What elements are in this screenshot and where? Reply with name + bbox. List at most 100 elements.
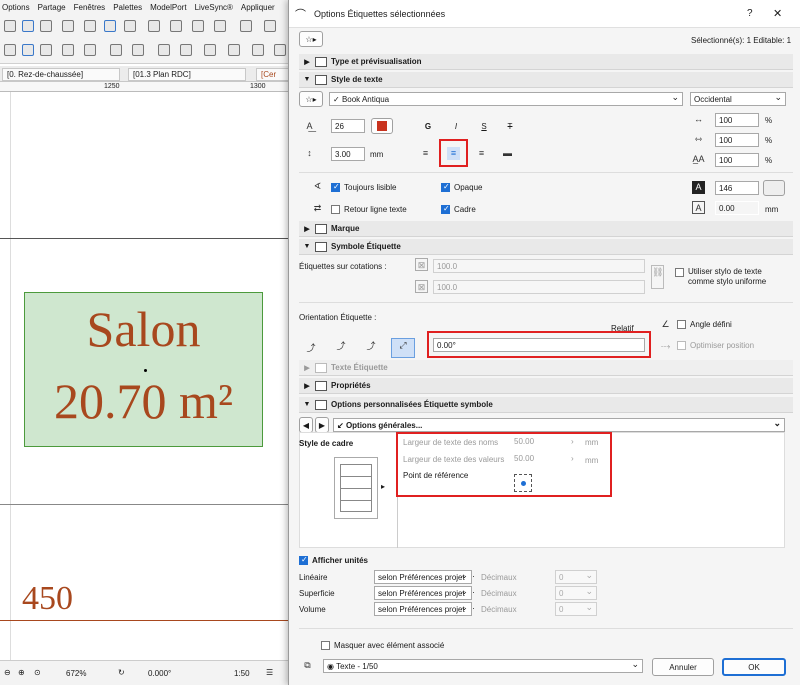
tab-rez-de-chaussee[interactable]: [0. Rez-de-chaussée] xyxy=(2,68,120,81)
dim-label-size-field[interactable]: 100.0 xyxy=(433,259,645,273)
dimension-text[interactable]: 450 xyxy=(22,580,73,618)
justify-icon[interactable]: ▬ xyxy=(501,147,514,160)
zoom-in-icon[interactable]: ⊕ xyxy=(18,668,25,677)
dim-label-spacing-field[interactable]: 100.0 xyxy=(433,280,645,294)
zoom-level[interactable]: 672% xyxy=(66,669,86,678)
layer-icon[interactable]: ☰ xyxy=(266,668,273,677)
favorites-button[interactable]: ☆▸ xyxy=(299,31,323,47)
tool-icon[interactable] xyxy=(240,20,252,32)
linear-decimals-select[interactable]: 0 xyxy=(555,570,597,584)
tab-plan-rdc[interactable]: [01.3 Plan RDC] xyxy=(128,68,246,81)
tool-icon[interactable] xyxy=(148,20,160,32)
tool-icon[interactable] xyxy=(22,20,34,32)
char-spacing-field[interactable]: 100 xyxy=(715,153,759,167)
close-button[interactable]: ✕ xyxy=(773,7,782,20)
frame-offset-field[interactable]: 0.00 xyxy=(715,201,759,215)
text-size-field[interactable]: 26 xyxy=(331,119,365,133)
section-custom-options[interactable]: ▼ Options personnalisées Étiquette symbo… xyxy=(299,397,793,413)
tool-icon[interactable] xyxy=(110,44,122,56)
menu-options[interactable]: Options xyxy=(2,3,30,12)
section-symbol-label[interactable]: ▼ Symbole Étiquette xyxy=(299,239,793,255)
section-type-preview[interactable]: ▶ Type et prévisualisation xyxy=(299,54,793,70)
tool-icon[interactable] xyxy=(204,44,216,56)
font-favorites-button[interactable]: ☆▸ xyxy=(299,91,323,107)
tool-icon[interactable] xyxy=(192,20,204,32)
section-marker[interactable]: ▶ Marque xyxy=(299,221,793,237)
linear-unit-select[interactable]: selon Préférences projet xyxy=(374,570,472,584)
tool-icon[interactable] xyxy=(4,44,16,56)
align-right-icon[interactable]: ≡ xyxy=(475,147,488,160)
tool-icon[interactable] xyxy=(228,44,240,56)
tab-cer[interactable]: [Cer xyxy=(256,68,292,81)
tool-icon[interactable] xyxy=(274,44,286,56)
uniform-pen-checkbox[interactable] xyxy=(675,268,684,277)
tool-icon[interactable] xyxy=(158,44,170,56)
bold-button[interactable]: G xyxy=(419,118,437,134)
zoom-fit-icon[interactable]: ⊙ xyxy=(34,668,41,677)
spacing-factor-field[interactable]: 100 xyxy=(715,133,759,147)
menu-livesync[interactable]: LiveSync® xyxy=(195,3,233,12)
tool-icon[interactable] xyxy=(132,44,144,56)
show-units-checkbox[interactable] xyxy=(299,555,308,565)
wrap-text-checkbox[interactable] xyxy=(331,205,340,214)
ok-button[interactable]: OK xyxy=(722,658,786,676)
align-left-icon[interactable]: ≡ xyxy=(419,147,432,160)
page-select[interactable]: ↙ Options générales... xyxy=(333,418,785,432)
tool-icon[interactable] xyxy=(84,44,96,56)
next-page-button[interactable]: ▶ xyxy=(315,417,329,433)
background-pen-field[interactable]: 146 xyxy=(715,181,759,195)
tool-icon[interactable] xyxy=(170,20,182,32)
tool-icon[interactable] xyxy=(180,44,192,56)
italic-button[interactable]: I xyxy=(447,118,465,134)
tool-icon[interactable] xyxy=(214,20,226,32)
underline-button[interactable]: S xyxy=(475,118,493,134)
tool-icon[interactable] xyxy=(62,20,74,32)
background-color-button[interactable] xyxy=(763,180,785,196)
font-select[interactable]: ✓ Book Antiqua xyxy=(329,92,683,106)
tool-icon[interactable] xyxy=(104,20,116,32)
frame-style-preview[interactable] xyxy=(334,457,378,519)
opaque-checkbox[interactable] xyxy=(441,182,450,192)
link-chain-icon[interactable]: ⛓ xyxy=(651,265,664,289)
orientation-custom-icon[interactable]: ⤢ xyxy=(391,338,415,358)
area-decimals-select[interactable]: 0 xyxy=(555,586,597,600)
menu-modelport[interactable]: ModelPort xyxy=(150,3,186,12)
orientation-horizontal-icon[interactable]: ⤴ xyxy=(301,342,321,360)
volume-decimals-select[interactable]: 0 xyxy=(555,602,597,616)
tool-icon[interactable] xyxy=(40,44,52,56)
menu-partage[interactable]: Partage xyxy=(38,3,66,12)
tool-icon[interactable] xyxy=(40,20,52,32)
optimize-checkbox[interactable] xyxy=(677,341,686,350)
tool-icon[interactable] xyxy=(84,20,96,32)
area-unit-select[interactable]: selon Préférences projet xyxy=(374,586,472,600)
menu-appliquer[interactable]: Appliquer xyxy=(241,3,275,12)
hide-with-element-checkbox[interactable] xyxy=(321,641,330,650)
text-pen-color-button[interactable] xyxy=(371,118,393,134)
script-select[interactable]: Occidental xyxy=(690,92,786,106)
zoom-icon[interactable]: ⊖ xyxy=(4,668,11,677)
orientation-perpendicular-icon[interactable]: ⤴ xyxy=(361,340,381,358)
scale-value[interactable]: 1:50 xyxy=(234,669,250,678)
prev-page-button[interactable]: ◀ xyxy=(299,417,313,433)
line-spacing-field[interactable]: 3.00 xyxy=(331,147,365,161)
orientation-parallel-icon[interactable]: ⤴ xyxy=(331,340,351,358)
frame-checkbox[interactable] xyxy=(441,204,450,214)
tool-icon[interactable] xyxy=(252,44,264,56)
tool-icon[interactable] xyxy=(264,20,276,32)
section-text-style[interactable]: ▼ Style de texte xyxy=(299,72,793,88)
angle-value[interactable]: 0.000° xyxy=(148,669,171,678)
cancel-button[interactable]: Annuler xyxy=(652,658,714,676)
width-factor-field[interactable]: 100 xyxy=(715,113,759,127)
section-label-text[interactable]: ▶ Texte Étiquette xyxy=(299,360,793,376)
layer-select[interactable]: ◉ Texte - 1/50 xyxy=(323,659,643,673)
tool-icon[interactable] xyxy=(4,20,16,32)
frame-style-arrow-icon[interactable]: ▸ xyxy=(381,482,385,491)
menu-palettes[interactable]: Palettes xyxy=(113,3,142,12)
tool-icon[interactable] xyxy=(62,44,74,56)
volume-unit-select[interactable]: selon Préférences projet xyxy=(374,602,472,616)
section-properties[interactable]: ▶ Propriétés xyxy=(299,378,793,394)
menu-fenetres[interactable]: Fenêtres xyxy=(74,3,106,12)
fixed-angle-checkbox[interactable] xyxy=(677,320,686,329)
rotate-icon[interactable]: ↻ xyxy=(118,668,125,677)
tool-icon[interactable] xyxy=(124,20,136,32)
